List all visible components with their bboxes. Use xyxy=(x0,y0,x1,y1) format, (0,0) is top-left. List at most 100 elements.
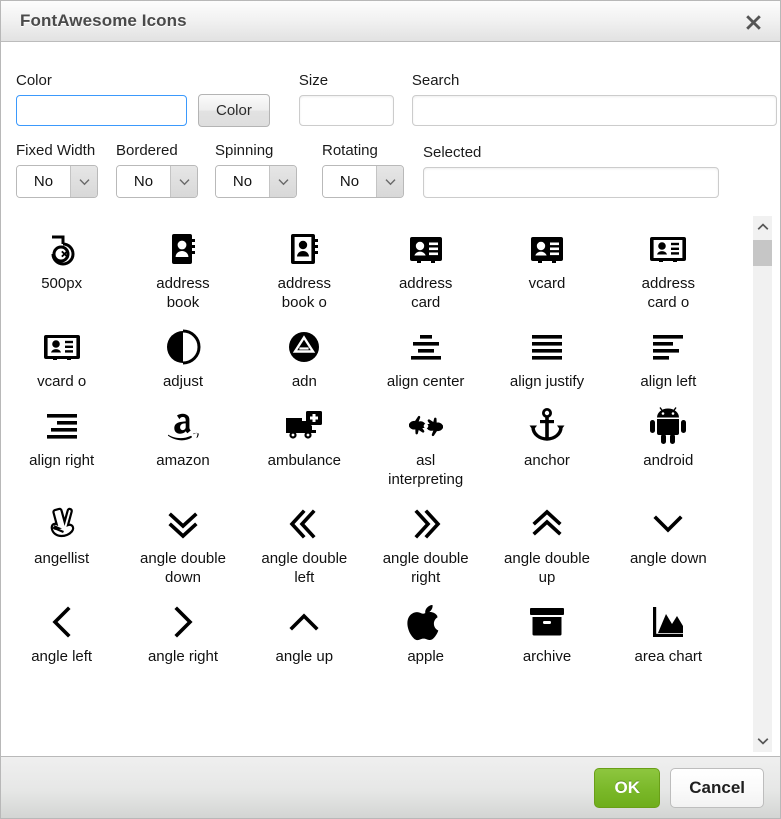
icon-label: angle up xyxy=(275,648,334,665)
icon-cell[interactable]: align right xyxy=(1,397,122,495)
bordered-select[interactable]: No xyxy=(116,165,198,198)
icon-cell[interactable]: apple xyxy=(365,593,486,672)
fixed-width-value: No xyxy=(17,166,70,197)
icon-cell[interactable]: ambulance xyxy=(244,397,365,495)
size-field-group: Size xyxy=(298,71,394,126)
archive-icon xyxy=(524,599,570,645)
fontawesome-icons-dialog: FontAwesome Icons Color Color Size Searc… xyxy=(0,0,781,819)
android-icon xyxy=(645,403,691,449)
spinning-value: No xyxy=(216,166,269,197)
icon-label: angle right xyxy=(147,648,219,665)
icon-cell[interactable]: angle double right xyxy=(365,495,486,593)
bordered-field-group: Bordered No xyxy=(116,141,198,198)
icon-cell[interactable]: align center xyxy=(365,318,486,397)
spinning-select[interactable]: No xyxy=(215,165,297,198)
bordered-value: No xyxy=(117,166,170,197)
icon-cell[interactable]: anchor xyxy=(486,397,607,495)
scrollbar-thumb[interactable] xyxy=(753,240,772,266)
icon-grid-scrollbar[interactable] xyxy=(753,216,772,752)
cancel-button[interactable]: Cancel xyxy=(670,767,764,808)
icon-cell[interactable]: 500px xyxy=(1,220,122,318)
icon-label: asl interpreting xyxy=(388,452,464,488)
icon-cell[interactable]: angle down xyxy=(608,495,726,593)
search-input[interactable] xyxy=(411,95,777,126)
icon-cell[interactable]: android xyxy=(608,397,726,495)
dialog-titlebar: FontAwesome Icons xyxy=(1,1,780,42)
icon-cell[interactable]: align justify xyxy=(486,318,607,397)
color-input[interactable] xyxy=(16,95,187,126)
ok-button[interactable]: OK xyxy=(594,767,661,808)
form-row-2: Fixed Width No Bordered No Spinning No R… xyxy=(16,126,765,198)
icon-cell[interactable]: angle double down xyxy=(122,495,243,593)
500px-icon xyxy=(39,226,85,272)
fixed-width-select[interactable]: No xyxy=(16,165,98,198)
icon-cell[interactable]: area chart xyxy=(608,593,726,672)
scroll-down-icon[interactable] xyxy=(753,730,772,752)
fixed-width-field-group: Fixed Width No xyxy=(16,141,98,198)
angellist-icon xyxy=(39,501,85,547)
close-icon[interactable] xyxy=(740,8,766,34)
icon-label: archive xyxy=(522,648,572,665)
form-row-1: Color Color Size Search xyxy=(16,60,777,127)
align-center-icon xyxy=(403,324,449,370)
icon-label: address book o xyxy=(277,275,332,311)
align-right-icon xyxy=(39,403,85,449)
icon-cell[interactable]: amazon xyxy=(122,397,243,495)
search-field-group: Search xyxy=(411,71,777,126)
anchor-icon xyxy=(524,403,570,449)
icon-label: android xyxy=(643,452,694,469)
apple-icon xyxy=(403,599,449,645)
icon-label: anchor xyxy=(524,452,570,469)
size-label: Size xyxy=(298,72,329,89)
selected-input[interactable] xyxy=(423,167,719,198)
icon-cell[interactable]: vcard o xyxy=(1,318,122,397)
icon-cell[interactable]: angle double up xyxy=(486,495,607,593)
icon-cell[interactable]: address card xyxy=(365,220,486,318)
icon-grid: 500px address book address book o address c… xyxy=(1,212,726,672)
icon-cell[interactable]: align left xyxy=(608,318,726,397)
color-picker-button[interactable]: Color xyxy=(198,94,270,127)
icon-cell[interactable]: angle double left xyxy=(244,495,365,593)
icon-label: angle double up xyxy=(504,550,590,586)
icon-cell[interactable]: address book o xyxy=(244,220,365,318)
chevron-down-icon xyxy=(170,166,197,197)
scrollbar-track[interactable] xyxy=(753,238,772,730)
asl-interpreting-icon xyxy=(403,403,449,449)
angle-up-icon xyxy=(281,599,327,645)
color-label: Color xyxy=(16,72,52,89)
rotating-select[interactable]: No xyxy=(322,165,404,198)
angle-double-right-icon xyxy=(403,501,449,547)
rotating-value: No xyxy=(323,166,376,197)
icon-cell[interactable]: angle left xyxy=(1,593,122,672)
icon-label: ambulance xyxy=(267,452,342,469)
icon-label: 500px xyxy=(41,275,83,292)
vcard-icon xyxy=(524,226,570,272)
icon-label: area chart xyxy=(634,648,703,665)
icon-grid-scroll-area: 500px address book address book o address c… xyxy=(1,212,726,756)
bordered-label: Bordered xyxy=(116,142,178,159)
icon-label: adjust xyxy=(162,373,203,390)
icon-cell[interactable]: asl interpreting xyxy=(365,397,486,495)
icon-cell[interactable]: vcard xyxy=(486,220,607,318)
icon-cell[interactable]: address card o xyxy=(608,220,726,318)
icon-cell[interactable]: angle right xyxy=(122,593,243,672)
icon-cell[interactable]: archive xyxy=(486,593,607,672)
icon-label: angle down xyxy=(629,550,707,567)
icon-cell[interactable]: address book xyxy=(122,220,243,318)
chevron-down-icon xyxy=(70,166,97,197)
size-input[interactable] xyxy=(298,95,394,126)
icon-label: angellist xyxy=(34,550,90,567)
address-card-icon xyxy=(403,226,449,272)
icon-cell[interactable]: adjust xyxy=(122,318,243,397)
icon-cell[interactable]: angellist xyxy=(1,495,122,593)
icon-label: vcard o xyxy=(37,373,87,390)
dialog-title: FontAwesome Icons xyxy=(20,11,187,30)
icon-cell[interactable]: angle up xyxy=(244,593,365,672)
icon-label: align justify xyxy=(509,373,585,390)
angle-double-up-icon xyxy=(524,501,570,547)
icon-label: align left xyxy=(640,373,697,390)
scroll-up-icon[interactable] xyxy=(753,216,772,238)
icon-label: angle double left xyxy=(261,550,348,586)
icon-cell[interactable]: adn xyxy=(244,318,365,397)
dialog-footer: OK Cancel xyxy=(1,756,780,818)
